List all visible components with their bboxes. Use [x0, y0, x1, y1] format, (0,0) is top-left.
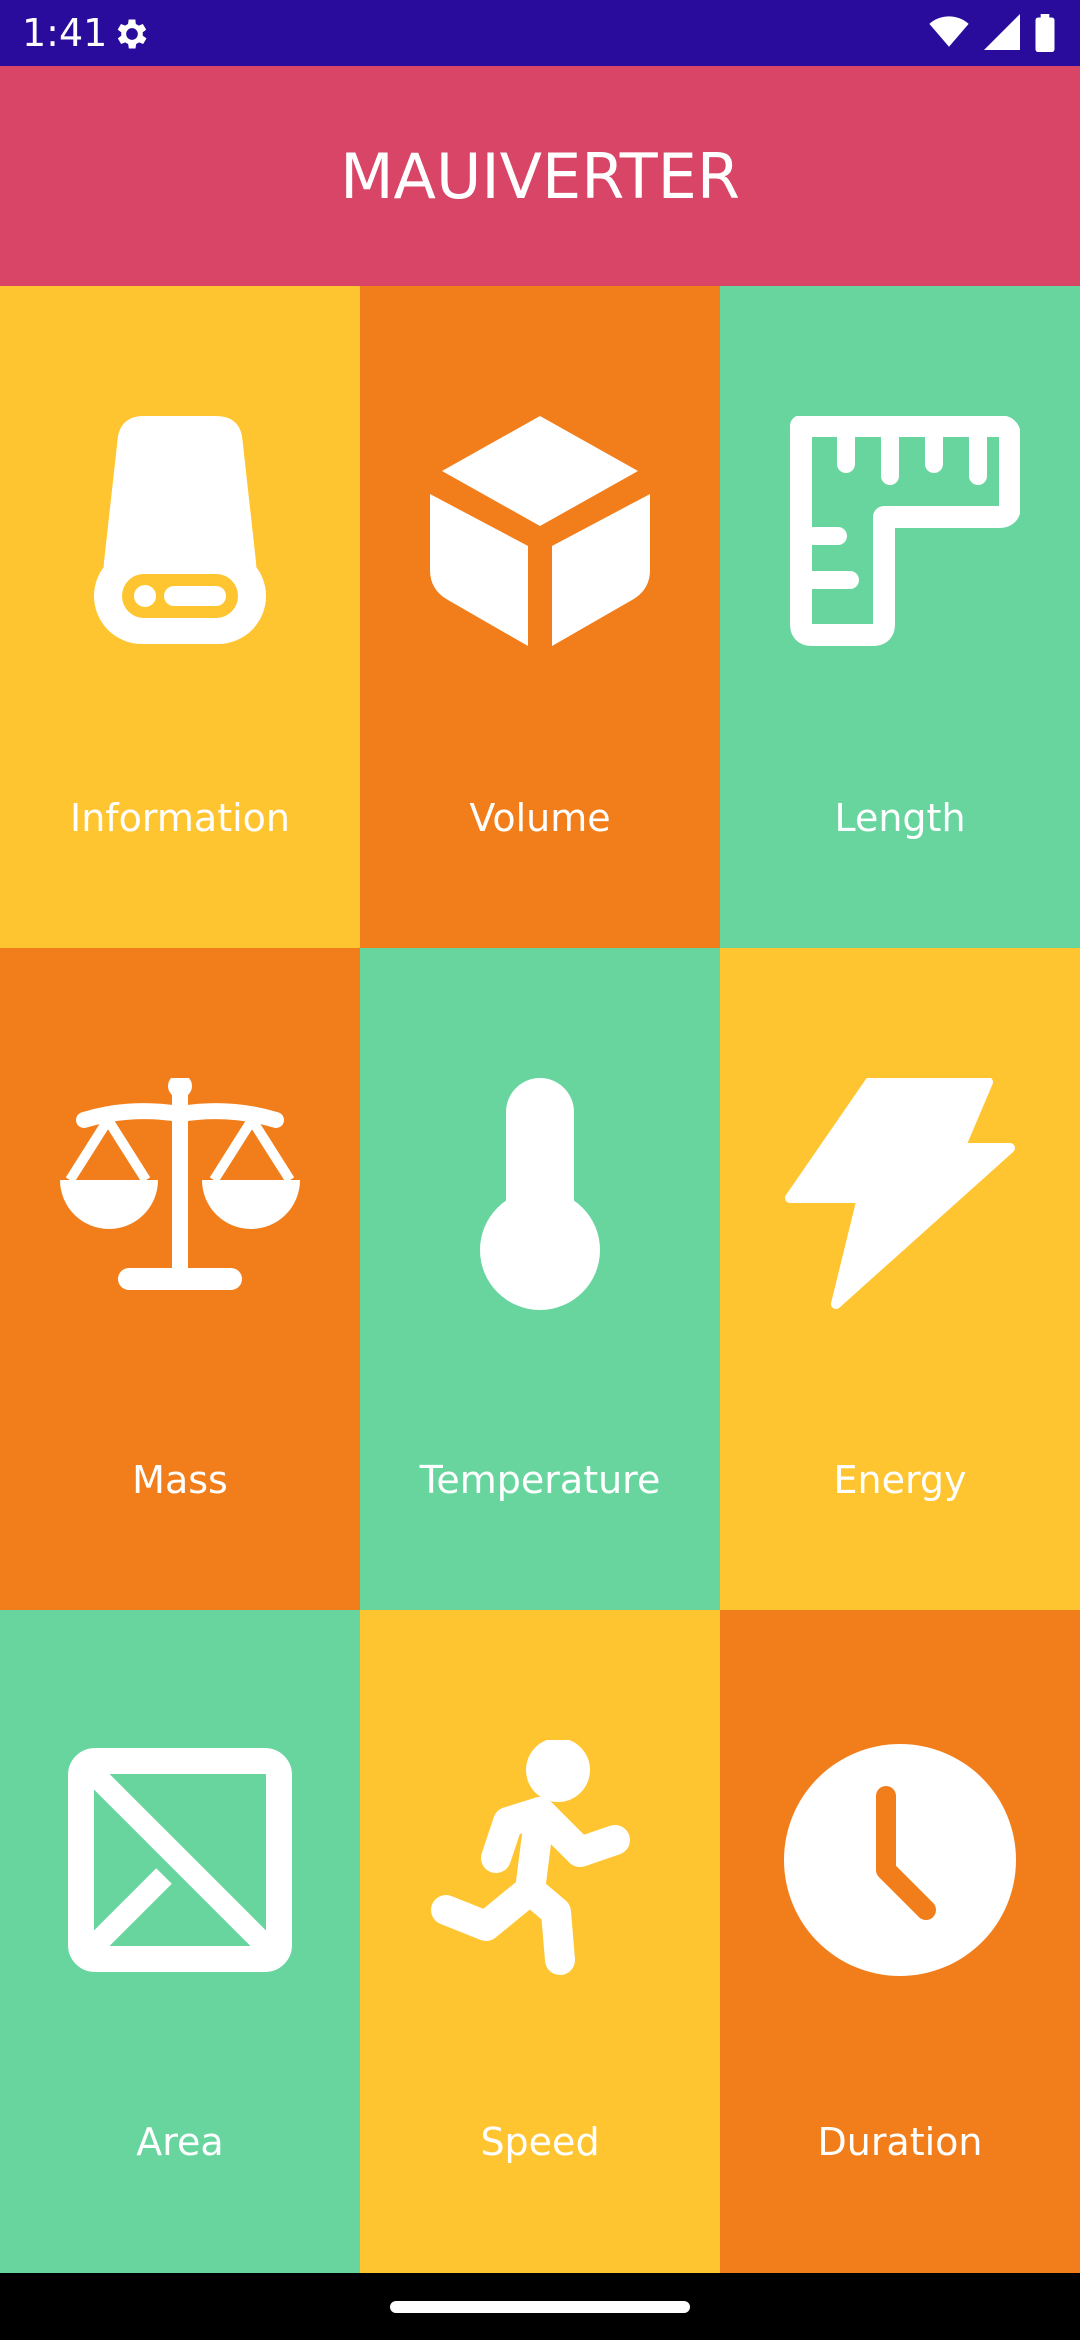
- running-icon: [420, 1740, 660, 1980]
- tile-duration[interactable]: Duration: [720, 1610, 1080, 2273]
- status-time: 1:41: [22, 11, 108, 55]
- cube-icon: [420, 416, 660, 656]
- tile-label: Mass: [132, 1458, 228, 1502]
- thermometer-icon: [420, 1078, 660, 1318]
- scale-icon: [60, 1078, 300, 1318]
- signal-icon: [983, 14, 1020, 50]
- tile-information[interactable]: Information: [0, 286, 360, 948]
- area-icon: [60, 1740, 300, 1980]
- app-header: MAUIVERTER: [0, 66, 1080, 286]
- tile-length[interactable]: Length: [720, 286, 1080, 948]
- ruler-icon: [780, 416, 1020, 656]
- tile-label: Duration: [817, 2120, 983, 2164]
- tile-label: Temperature: [419, 1458, 661, 1502]
- lightning-icon: [780, 1078, 1020, 1318]
- converter-grid: Information Volume Length Mass Temperatu…: [0, 286, 1080, 2273]
- tile-mass[interactable]: Mass: [0, 948, 360, 1610]
- tile-volume[interactable]: Volume: [360, 286, 720, 948]
- tile-label: Information: [70, 796, 290, 840]
- battery-icon: [1035, 14, 1055, 52]
- navigation-bar: [0, 2273, 1080, 2340]
- tile-label: Volume: [469, 796, 611, 840]
- tile-label: Length: [834, 796, 966, 840]
- wifi-icon: [929, 16, 969, 47]
- home-gesture-handle[interactable]: [390, 2301, 690, 2313]
- tile-energy[interactable]: Energy: [720, 948, 1080, 1610]
- tile-label: Area: [136, 2120, 224, 2164]
- tile-area[interactable]: Area: [0, 1610, 360, 2273]
- tile-label: Energy: [833, 1458, 967, 1502]
- hard-drive-icon: [60, 416, 300, 656]
- clock-icon: [780, 1740, 1020, 1980]
- tile-speed[interactable]: Speed: [360, 1610, 720, 2273]
- tile-temperature[interactable]: Temperature: [360, 948, 720, 1610]
- app-title: MAUIVERTER: [340, 139, 740, 213]
- gear-icon: [112, 14, 152, 54]
- status-bar: 1:41: [0, 0, 1080, 66]
- tile-label: Speed: [480, 2120, 600, 2164]
